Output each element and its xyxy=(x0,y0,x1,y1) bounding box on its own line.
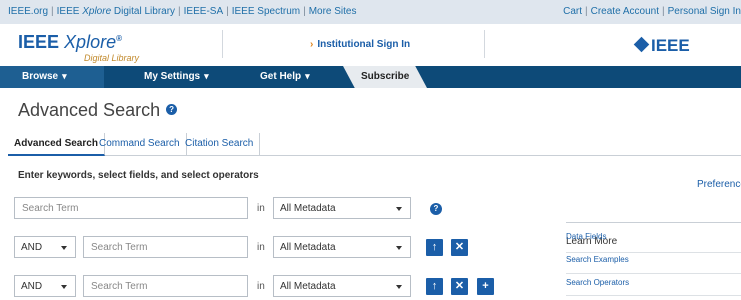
move-up-button[interactable]: ↑ xyxy=(426,239,443,256)
caret-down-icon xyxy=(396,207,402,211)
add-row-button[interactable]: + xyxy=(477,278,494,295)
ieee-spectrum-link[interactable]: IEEE Spectrum xyxy=(232,6,300,17)
chevron-down-icon: ▾ xyxy=(204,71,209,81)
remove-row-button[interactable]: ✕ xyxy=(451,278,468,295)
ieee-org-link[interactable]: IEEE.org xyxy=(8,6,48,17)
tab-command-search[interactable]: Command Search xyxy=(93,133,187,156)
caret-down-icon xyxy=(61,285,67,289)
tab-citation-search[interactable]: Citation Search xyxy=(179,133,261,156)
close-icon: ✕ xyxy=(454,241,465,253)
divider xyxy=(566,273,741,274)
site-header: IEEE Xplore® Digital Library › Institutio… xyxy=(0,24,741,66)
chevron-down-icon: ▾ xyxy=(305,71,310,81)
operator-select[interactable]: AND xyxy=(14,275,76,297)
ieee-logo[interactable]: IEEE xyxy=(633,36,690,56)
ieee-xplore-logo[interactable]: IEEE Xplore® Digital Library xyxy=(18,32,139,63)
cart-link[interactable]: Cart xyxy=(563,6,582,17)
search-examples-link[interactable]: Search Examples xyxy=(566,255,629,264)
caret-down-icon xyxy=(396,285,402,289)
arrow-up-icon: ↑ xyxy=(431,241,438,253)
operator-select[interactable]: AND xyxy=(14,236,76,258)
xplore-link[interactable]: IEEE Xplore Digital Library xyxy=(57,6,175,17)
divider xyxy=(566,295,741,296)
remove-row-button[interactable]: ✕ xyxy=(451,239,468,256)
caret-down-icon xyxy=(396,246,402,250)
ieee-diamond-icon xyxy=(633,36,650,53)
in-label: in xyxy=(257,203,265,214)
main-nav: Browse ▾ My Settings ▾ Get Help ▾ Subscribe xyxy=(0,66,741,88)
search-operators-link[interactable]: Search Operators xyxy=(566,278,629,287)
data-fields-link[interactable]: Data Fields xyxy=(566,232,606,241)
nav-my-settings[interactable]: My Settings ▾ xyxy=(144,71,209,82)
personal-sign-in-link[interactable]: Personal Sign In xyxy=(668,6,741,17)
subscribe-button[interactable]: Subscribe xyxy=(343,66,427,88)
institutional-sign-in-link[interactable]: › Institutional Sign In xyxy=(310,39,410,50)
search-term-input[interactable]: Search Term xyxy=(14,197,248,219)
metadata-field-select[interactable]: All Metadata xyxy=(273,236,411,258)
nav-get-help[interactable]: Get Help ▾ xyxy=(260,71,310,82)
utility-bar: IEEE.org | IEEE Xplore Digital Library | IEE… xyxy=(0,0,741,24)
search-term-input[interactable]: Search Term xyxy=(83,275,248,297)
help-icon[interactable]: ? xyxy=(430,203,442,215)
ieee-sa-link[interactable]: IEEE-SA xyxy=(184,6,223,17)
page-title: Advanced Search? xyxy=(18,100,178,121)
divider xyxy=(566,252,741,253)
metadata-field-select[interactable]: All Metadata xyxy=(273,197,411,219)
metadata-field-select[interactable]: All Metadata xyxy=(273,275,411,297)
nav-browse[interactable]: Browse ▾ xyxy=(22,71,67,82)
search-tabs: Advanced Search Command Search Citation … xyxy=(8,133,741,156)
utility-links: IEEE.org | IEEE Xplore Digital Library | IEE… xyxy=(8,6,357,17)
move-up-button[interactable]: ↑ xyxy=(426,278,443,295)
header-divider xyxy=(222,30,223,58)
caret-down-icon xyxy=(61,246,67,250)
account-links: Cart | Create Account | Personal Sign In xyxy=(563,6,741,17)
close-icon: ✕ xyxy=(454,280,465,292)
help-icon[interactable]: ? xyxy=(166,103,178,115)
in-label: in xyxy=(257,242,265,253)
in-label: in xyxy=(257,281,265,292)
arrow-up-icon: ↑ xyxy=(431,280,438,292)
chevron-right-icon: › xyxy=(310,39,314,50)
search-term-input[interactable]: Search Term xyxy=(83,236,248,258)
divider xyxy=(566,222,741,223)
chevron-down-icon: ▾ xyxy=(62,71,67,81)
create-account-link[interactable]: Create Account xyxy=(591,6,659,17)
more-sites-link[interactable]: More Sites xyxy=(309,6,357,17)
tab-advanced-search[interactable]: Advanced Search xyxy=(8,133,105,156)
header-divider xyxy=(484,30,485,58)
search-instructions: Enter keywords, select fields, and selec… xyxy=(18,170,259,181)
plus-icon: + xyxy=(482,280,489,292)
preferences-link[interactable]: Preferences xyxy=(697,179,741,190)
